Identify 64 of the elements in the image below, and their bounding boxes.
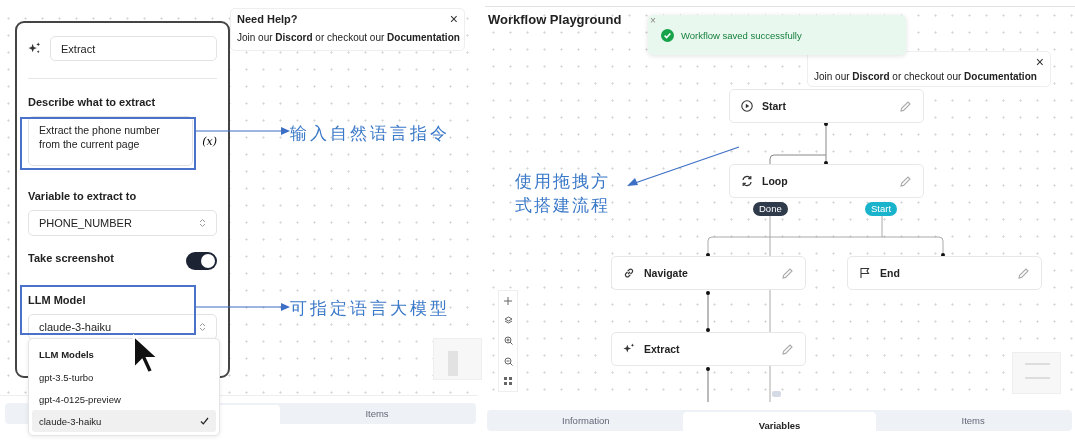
pencil-icon[interactable] — [781, 342, 794, 356]
node-label: Extract — [644, 343, 681, 355]
annotation-text: 使用拖拽方式搭建流程 — [515, 170, 611, 217]
help-text: Join our Discord or checkout our Documentation — [814, 70, 1038, 84]
play-circle-icon — [741, 100, 753, 112]
annotation-text: 输入自然语言指令 — [290, 122, 450, 145]
minimap — [1012, 352, 1061, 394]
flag-icon — [859, 267, 871, 279]
annotation-text: 可指定语言大模型 — [290, 297, 450, 320]
tab[interactable]: Information — [489, 412, 683, 429]
fit-view-icon[interactable] — [504, 377, 512, 386]
close-button[interactable]: × — [1035, 56, 1044, 68]
pencil-icon[interactable] — [781, 266, 794, 280]
menu-option[interactable]: claude-3-haiku — [32, 410, 216, 432]
screenshot-toggle[interactable] — [186, 252, 217, 270]
pencil-icon[interactable] — [899, 99, 912, 113]
menu-option[interactable]: gpt-4-0125-preview — [32, 388, 216, 410]
help-title: Need Help? — [237, 13, 298, 25]
resize-handle[interactable] — [772, 391, 781, 397]
tab[interactable]: Items — [876, 412, 1070, 429]
check-circle-icon — [661, 28, 674, 42]
branch-badge: Start — [865, 202, 898, 216]
menu-header: LLM Models — [38, 348, 95, 362]
field-label: Variable to extract to — [28, 190, 137, 203]
link-icon — [623, 267, 635, 279]
zoom-in-icon[interactable] — [503, 336, 513, 346]
toast-message: Workflow saved successfully — [681, 29, 802, 41]
workflow-node[interactable]: Navigate — [611, 256, 806, 290]
minimap — [433, 338, 482, 380]
connector-line — [706, 290, 710, 333]
chevron-updown-icon — [199, 322, 206, 332]
workflow-node[interactable]: Start — [729, 89, 924, 123]
sparkle-icon — [28, 42, 41, 55]
connector-line — [706, 366, 710, 403]
workflow-node[interactable]: Loop — [729, 164, 924, 198]
pencil-icon[interactable] — [1017, 266, 1030, 280]
pencil-icon[interactable] — [899, 174, 912, 188]
node-label: Navigate — [644, 267, 689, 279]
page-title: Workflow Playground — [488, 12, 622, 27]
workflow-node[interactable]: Extract — [611, 332, 806, 366]
connector-line — [769, 122, 828, 165]
field-label: Take screenshot — [28, 252, 114, 265]
menu-option[interactable]: gpt-3.5-turbo — [32, 366, 216, 388]
close-button[interactable]: × — [449, 13, 458, 25]
plus-icon[interactable] — [504, 296, 512, 305]
field-label: LLM Model — [28, 294, 86, 307]
refresh-icon — [741, 175, 753, 187]
help-text: Join our Discord or checkout our Documentation — [237, 31, 458, 45]
workflow-node[interactable]: End — [847, 256, 1042, 290]
chevron-updown-icon — [199, 218, 206, 228]
node-label: End — [880, 267, 901, 279]
node-label: Start — [762, 100, 787, 112]
prompt-textarea[interactable]: Extract the phone number from the current page — [28, 116, 194, 166]
node-label: Loop — [762, 175, 789, 187]
layers-icon[interactable] — [503, 316, 513, 326]
variable-select[interactable]: PHONE_NUMBER — [28, 210, 217, 236]
branch-badge: Done — [753, 202, 788, 216]
sparkle-icon — [623, 343, 635, 355]
checkmark-icon — [200, 417, 209, 425]
step-name-field[interactable]: Extract — [50, 36, 217, 61]
close-button[interactable]: × — [650, 16, 656, 26]
zoom-out-icon[interactable] — [503, 356, 513, 366]
field-label: Describe what to extract — [28, 96, 156, 109]
insert-variable-button[interactable]: (x) — [202, 134, 217, 148]
